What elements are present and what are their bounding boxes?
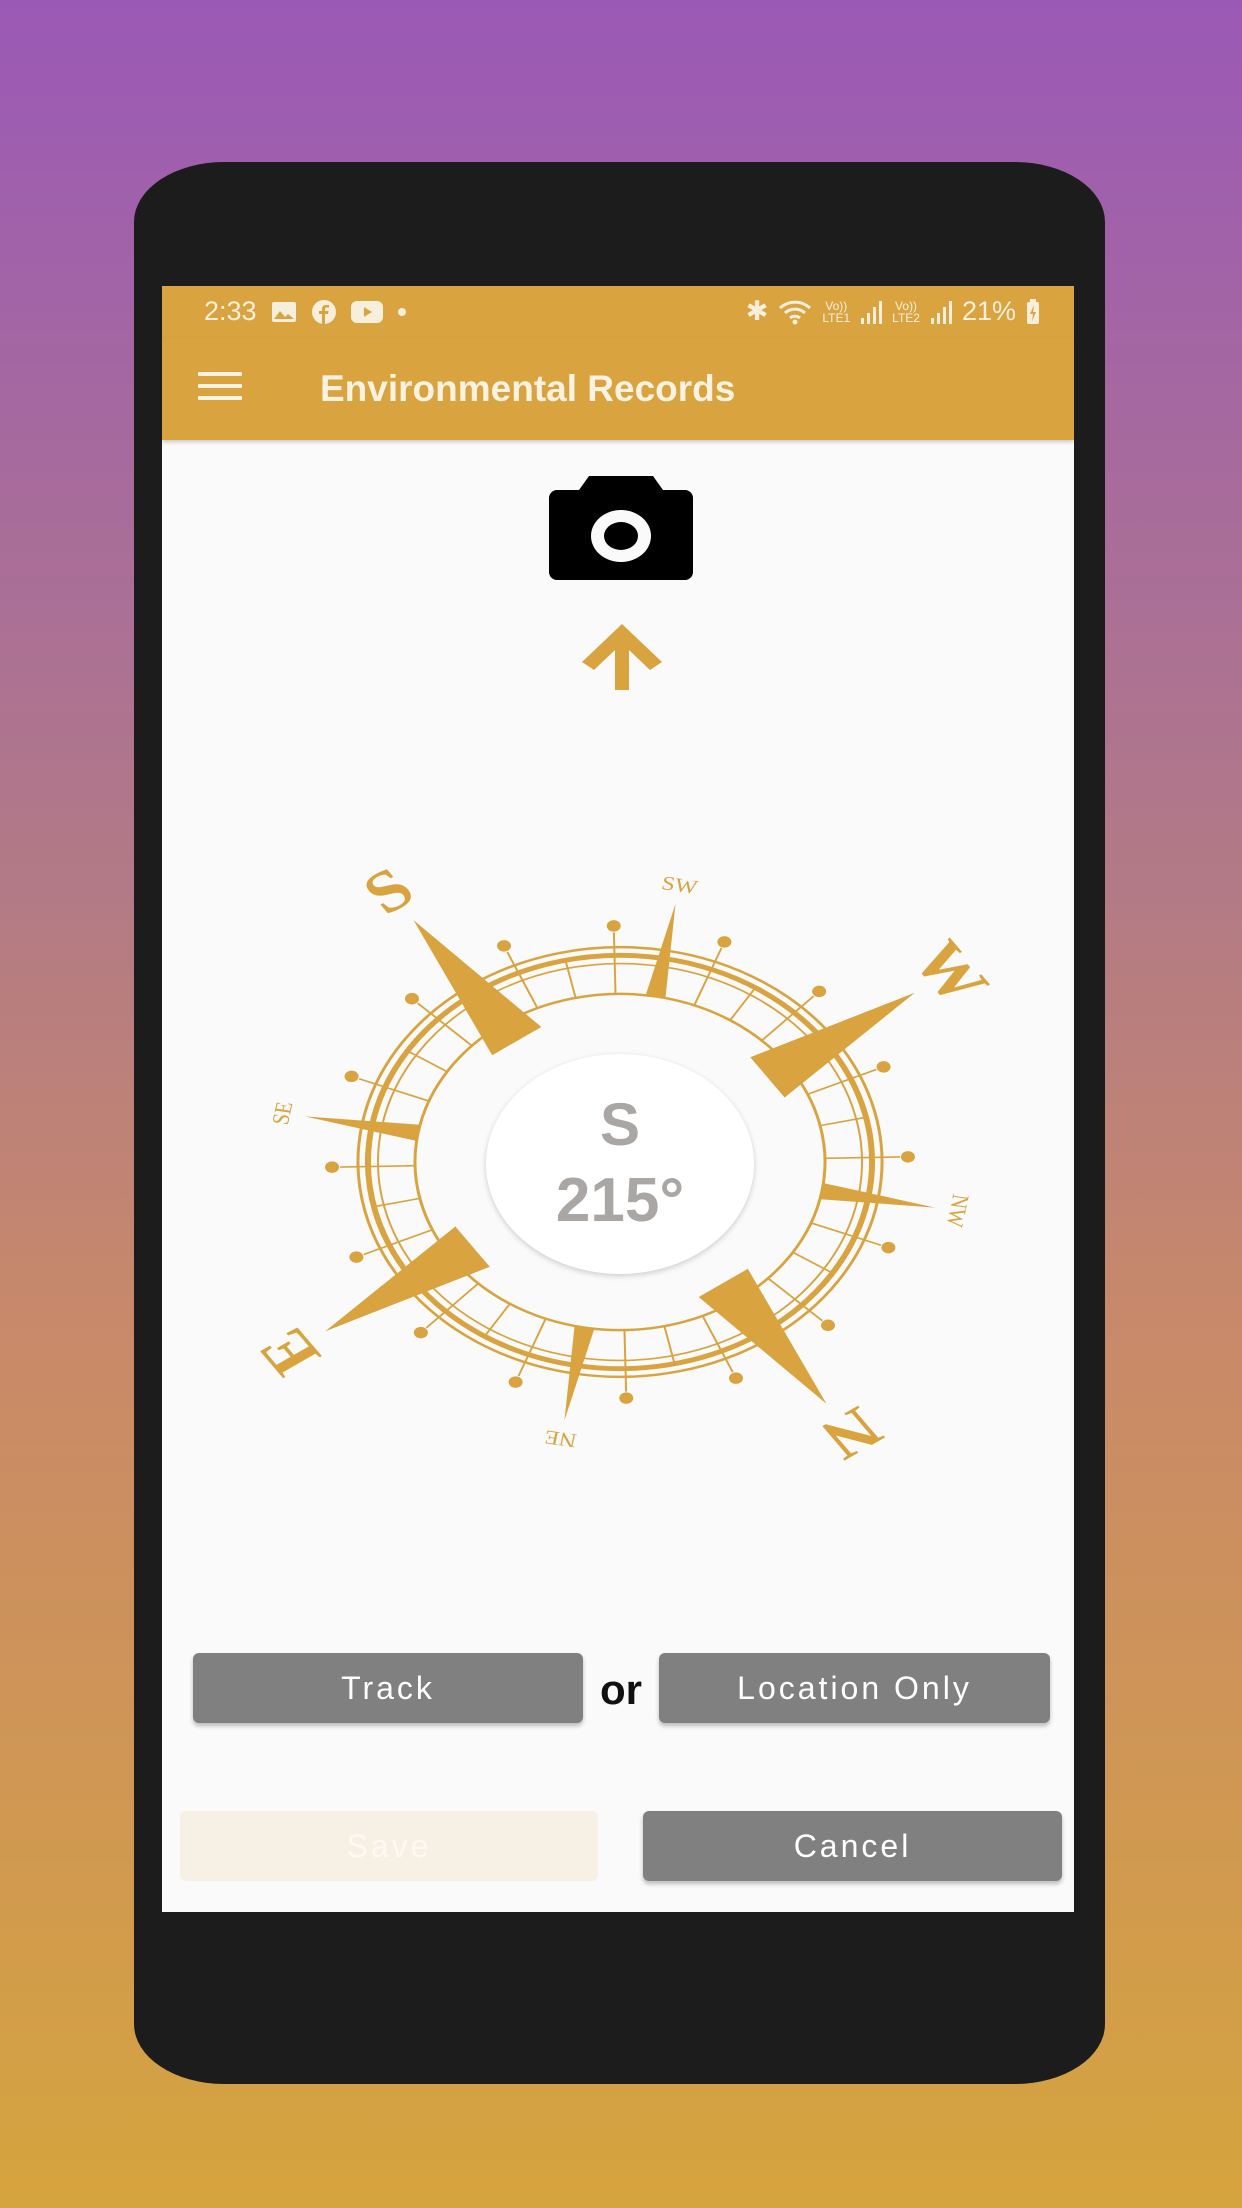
tick-dot xyxy=(728,1372,743,1384)
intercardinal-label-SW: SW xyxy=(660,871,701,898)
tick-mark xyxy=(483,1303,511,1337)
tick-dot xyxy=(619,1392,634,1404)
wifi-icon xyxy=(779,300,812,324)
heading-direction: S xyxy=(599,1091,641,1158)
tick-dot xyxy=(497,940,512,952)
or-label: or xyxy=(600,1666,642,1713)
tick-mark xyxy=(761,1012,795,1042)
status-bar: 2:33 ✱ Vo)) LTE1 Vo)) LTE2 21% xyxy=(162,286,1074,338)
heading-readout: S 215° xyxy=(486,1054,754,1274)
app-screen: 2:33 ✱ Vo)) LTE1 Vo)) LTE2 21% Environment… xyxy=(162,286,1074,1912)
bluetooth-icon: ✱ xyxy=(745,296,769,326)
battery-percent: 21% xyxy=(961,296,1016,326)
heading-degrees: 215° xyxy=(555,1166,685,1235)
tick-mark xyxy=(368,1164,416,1168)
tick-mark xyxy=(623,1330,627,1369)
intercardinal-needle xyxy=(645,903,676,998)
intercardinal-label-NW: NW xyxy=(941,1193,975,1229)
page-title: Environmental Records xyxy=(320,368,736,409)
hamburger-icon[interactable] xyxy=(198,372,242,404)
tick-mark xyxy=(792,1251,834,1274)
tick-mark xyxy=(437,1018,473,1047)
sim1-label: Vo)) LTE1 xyxy=(822,298,851,325)
tick-mark xyxy=(613,955,617,994)
tick-dot xyxy=(325,1161,340,1173)
tick-dot xyxy=(881,1241,896,1254)
cardinal-label-S: S xyxy=(349,855,428,927)
cardinal-label-E: E xyxy=(243,1317,336,1387)
tick-mark xyxy=(729,987,757,1021)
intercardinal-needle xyxy=(304,1116,420,1141)
sim2-label: Vo)) LTE2 xyxy=(892,298,920,325)
tick-dot xyxy=(876,1061,891,1073)
cardinal-label-W: W xyxy=(897,929,1004,1015)
save-button[interactable]: Save xyxy=(180,1811,598,1881)
intercardinal-label-NE: NE xyxy=(542,1426,578,1453)
tick-dot xyxy=(717,936,732,948)
tick-dot xyxy=(344,1070,359,1083)
camera-icon[interactable] xyxy=(549,476,693,580)
track-button[interactable]: Track xyxy=(193,1653,583,1723)
location-only-button[interactable]: Location Only xyxy=(659,1653,1050,1723)
tick-dot xyxy=(900,1151,915,1163)
intercardinal-label-SE: SE xyxy=(266,1100,298,1127)
tick-mark xyxy=(445,1282,479,1312)
tick-mark xyxy=(767,1277,803,1306)
arrow-up-icon xyxy=(582,624,662,690)
status-time: 2:33 xyxy=(204,296,257,326)
tick-mark xyxy=(871,1156,900,1159)
tick-mark xyxy=(406,1050,448,1073)
tick-mark xyxy=(824,1156,872,1160)
tick-mark xyxy=(624,1368,628,1392)
youtube-icon xyxy=(350,300,383,323)
dot-icon xyxy=(397,307,406,316)
tick-mark xyxy=(340,1165,369,1168)
battery-charging-icon xyxy=(1027,298,1039,324)
app-bar: Environmental Records xyxy=(162,338,1074,440)
tick-dot xyxy=(508,1376,523,1388)
signal-icon xyxy=(861,300,883,324)
cancel-button[interactable]: Cancel xyxy=(643,1811,1062,1881)
tick-dot xyxy=(606,920,621,932)
intercardinal-needle xyxy=(820,1183,936,1208)
intercardinal-needle xyxy=(564,1326,595,1421)
cardinal-label-N: N xyxy=(807,1394,895,1472)
tick-dot xyxy=(349,1251,364,1263)
gallery-icon xyxy=(271,301,296,322)
signal-icon xyxy=(930,300,952,324)
facebook-icon xyxy=(311,299,336,324)
tick-mark xyxy=(612,932,616,956)
